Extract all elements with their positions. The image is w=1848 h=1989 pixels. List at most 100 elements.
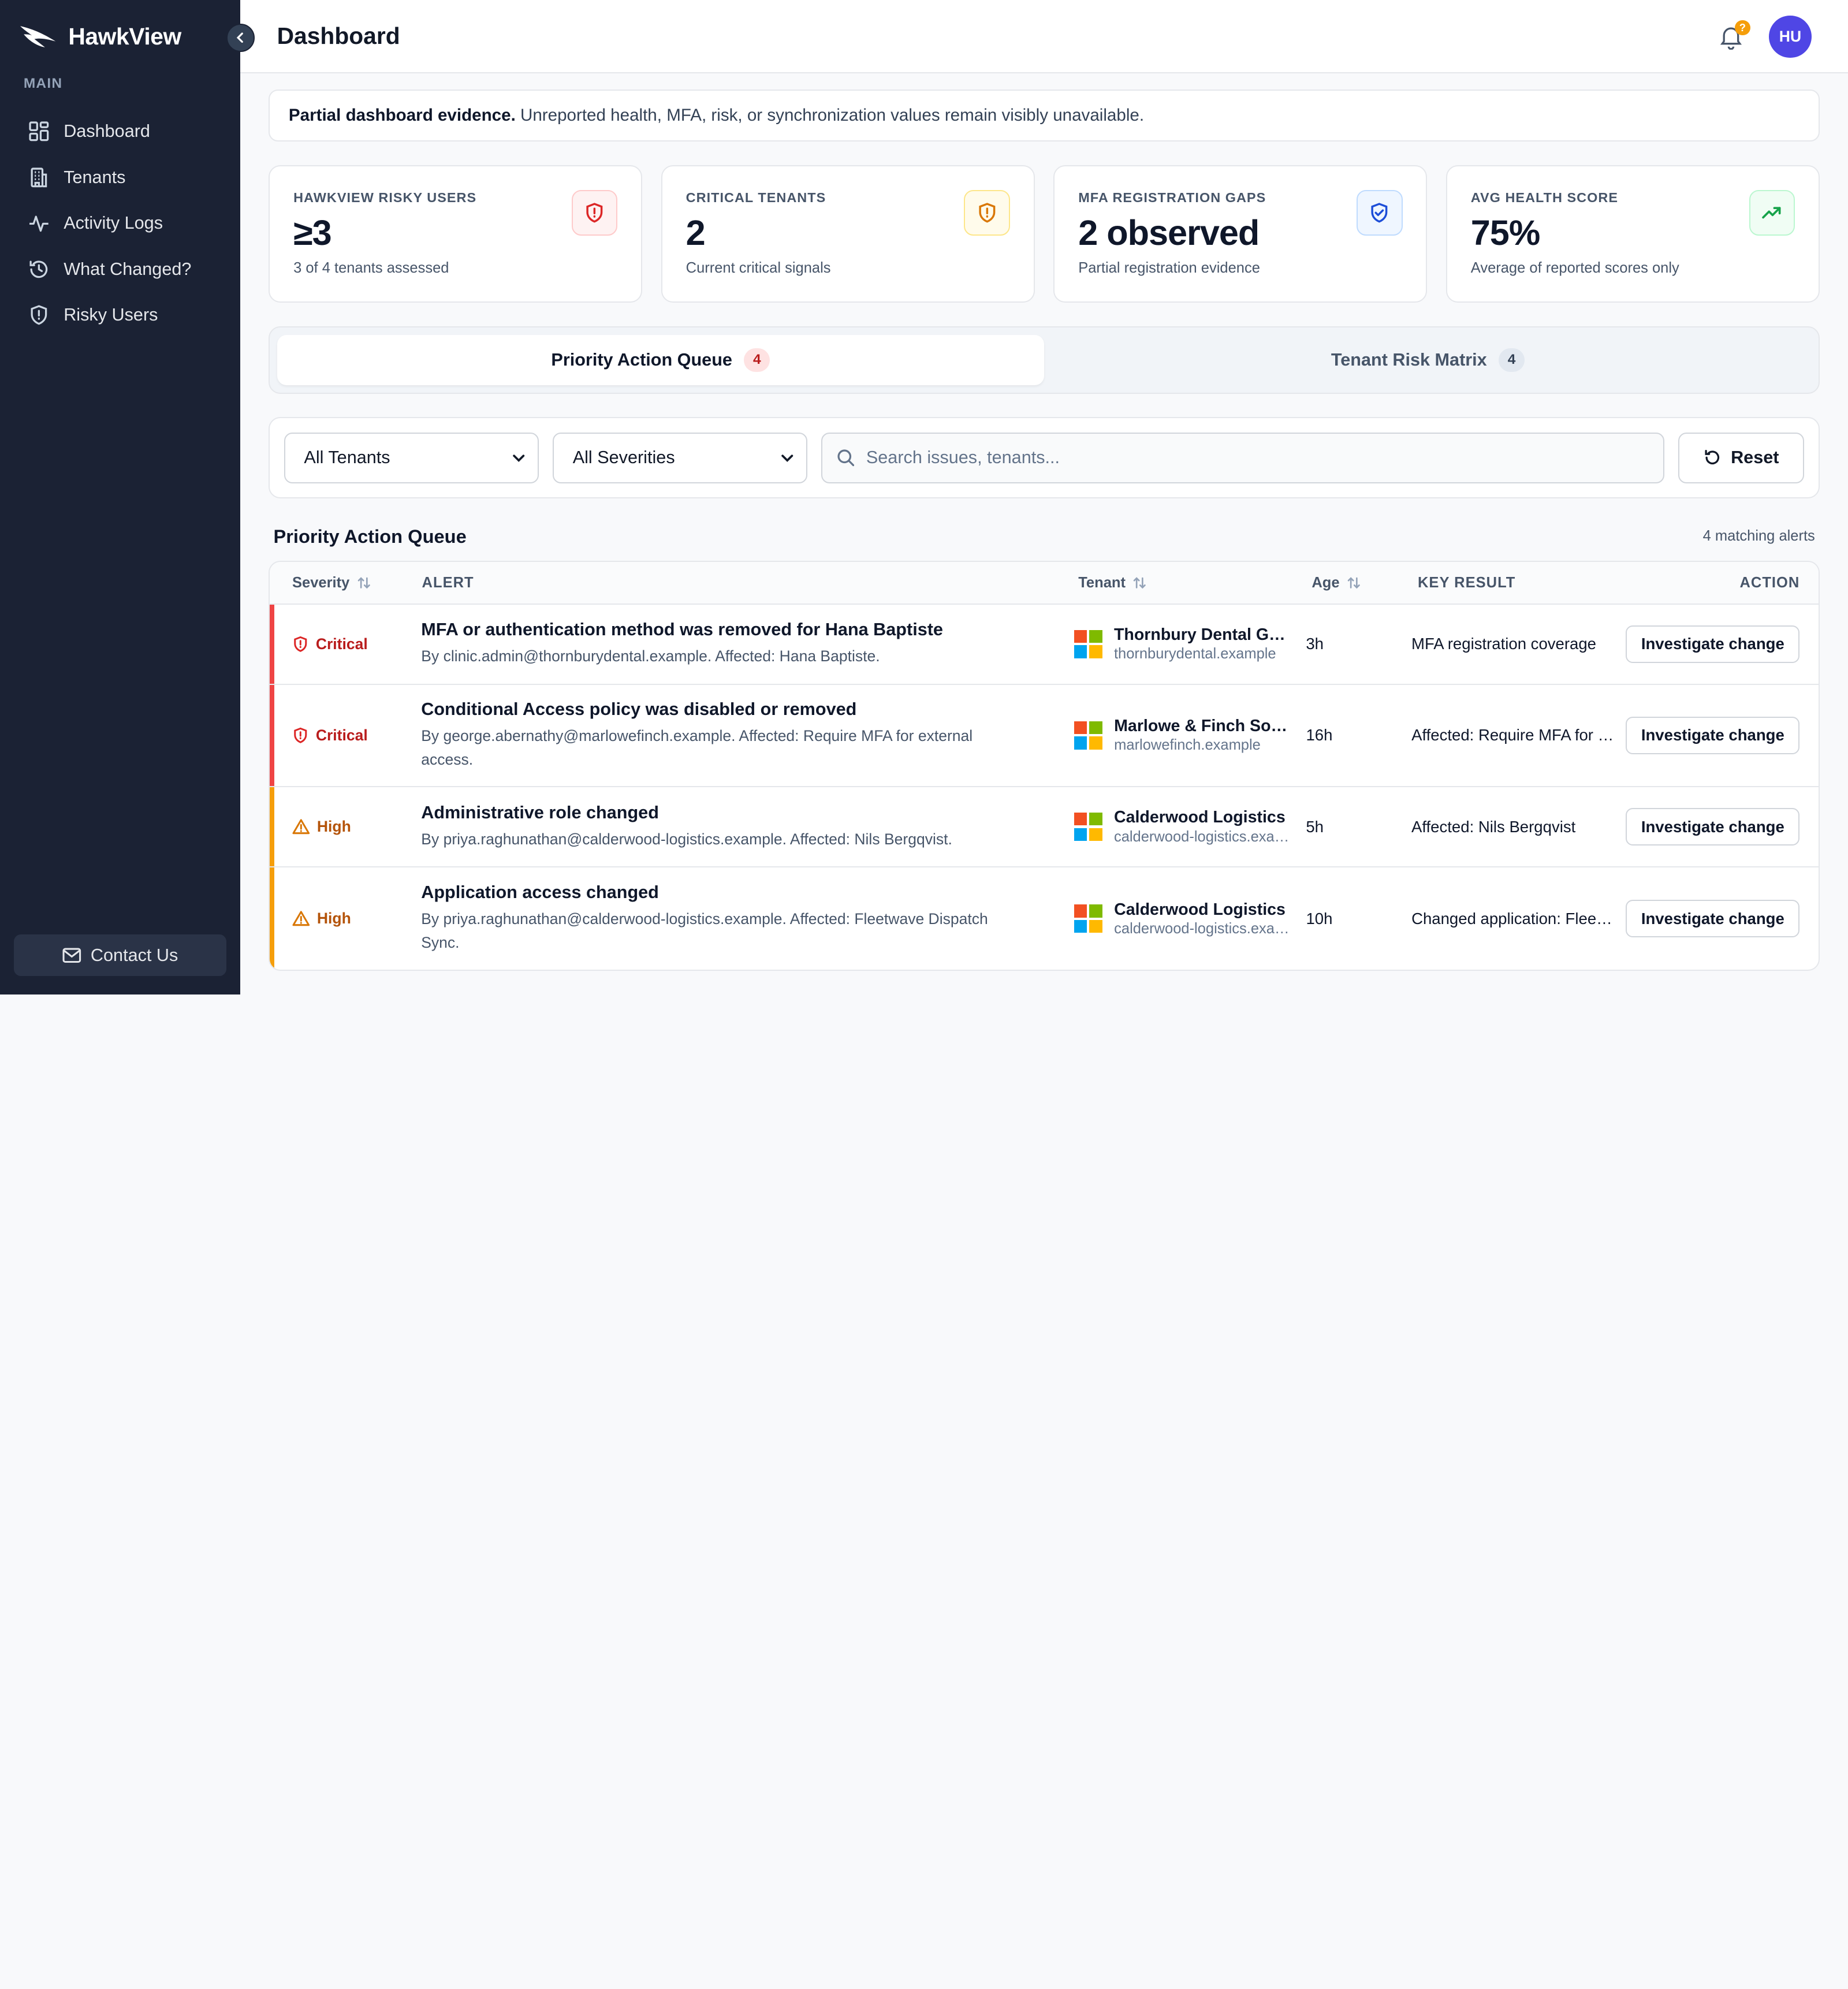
avatar[interactable]: HU: [1769, 15, 1812, 58]
severity-badge: High: [292, 910, 421, 928]
brand[interactable]: HawkView: [0, 0, 240, 73]
tenant-info: Calderwood Logistics calderwood-logistic…: [1114, 900, 1291, 937]
tenant-name: Thornbury Dental Group: [1113, 625, 1291, 645]
severity-label: High: [316, 818, 351, 835]
trending-up-icon: [1762, 207, 1781, 219]
tenant-cell: Thornbury Dental Group thornburydental.e…: [1074, 625, 1306, 662]
sidebar-item-risky-users[interactable]: Risky Users: [0, 292, 240, 338]
reset-button[interactable]: Reset: [1678, 432, 1805, 483]
sidebar-collapse-button[interactable]: [226, 23, 255, 52]
alert-description: By priya.raghunathan@calderwood-logistic…: [421, 910, 988, 952]
sidebar-item-what-changed[interactable]: What Changed?: [0, 246, 240, 292]
column-label: Age: [1312, 574, 1340, 591]
tenant-info: Marlowe & Finch Solicitors marlowefinch.…: [1114, 717, 1291, 754]
chevron-left-icon: [236, 32, 244, 43]
severity-badge: Critical: [292, 727, 421, 744]
column-label: Tenant: [1078, 574, 1126, 591]
severity-cell: Critical: [270, 727, 421, 744]
key-result-cell: Affected: Require MFA for external acces…: [1411, 726, 1626, 744]
partial-evidence-notice: Partial dashboard evidence. Unreported h…: [269, 90, 1820, 141]
severity-label: High: [316, 910, 351, 928]
investigate-change-button[interactable]: Investigate change: [1626, 625, 1800, 663]
table-row[interactable]: High Administrative role changed By priy…: [270, 787, 1819, 867]
table-row[interactable]: High Application access changed By priya…: [270, 867, 1819, 970]
contact-us-label: Contact Us: [90, 945, 178, 965]
shield-check-icon: [1371, 203, 1388, 223]
view-tabs: Priority Action Queue 4 Tenant Risk Matr…: [269, 326, 1820, 394]
column-label: Severity: [292, 574, 350, 591]
investigate-change-button[interactable]: Investigate change: [1626, 807, 1800, 846]
severity-badge: Critical: [292, 635, 421, 653]
search-input[interactable]: [866, 448, 1574, 468]
microsoft-logo-icon: [1074, 813, 1102, 841]
action-cell: Investigate change: [1626, 716, 1819, 754]
severity-label: Critical: [315, 726, 368, 744]
severity-stripe: [270, 787, 275, 866]
warning-triangle-icon: [292, 819, 310, 835]
column-alert: ALERT: [422, 574, 474, 591]
stat-card-health-score[interactable]: AVG HEALTH SCORE 75% Average of reported…: [1445, 165, 1820, 303]
shield-alert-icon: [979, 203, 996, 223]
column-severity[interactable]: Severity: [270, 575, 422, 591]
alert-description: By clinic.admin@thornburydental.example.…: [421, 647, 880, 665]
history-icon: [29, 260, 48, 278]
card-subtitle: 3 of 4 tenants assessed: [293, 259, 449, 276]
dashboard-content: Partial dashboard evidence. Unreported h…: [269, 90, 1820, 971]
card-value: 2 observed: [1078, 213, 1260, 252]
alert-title: Conditional Access policy was disabled o…: [421, 699, 857, 719]
card-label: MFA REGISTRATION GAPS: [1078, 189, 1266, 205]
severity-filter-select[interactable]: All Severities: [553, 432, 807, 483]
alerts-table: Severity ALERT Tenant Age KEY RESULT ACT…: [269, 561, 1820, 971]
sidebar-item-dashboard[interactable]: Dashboard: [0, 109, 240, 155]
tab-count-badge: 4: [744, 348, 770, 372]
tenant-domain: marlowefinch.example: [1114, 737, 1261, 754]
tenant-domain: calderwood-logistics.example: [1114, 920, 1291, 937]
contact-us-button[interactable]: Contact Us: [14, 934, 226, 976]
sidebar-item-label: What Changed?: [64, 259, 192, 279]
tenant-domain: calderwood-logistics.example: [1113, 828, 1291, 845]
sidebar-item-label: Risky Users: [64, 305, 158, 325]
column-age[interactable]: Age: [1312, 575, 1418, 591]
sidebar-section-label: MAIN: [23, 75, 63, 91]
investigate-change-button[interactable]: Investigate change: [1626, 716, 1800, 754]
severity-stripe: [270, 684, 275, 787]
tenant-name: Calderwood Logistics: [1113, 808, 1286, 827]
filter-bar: All Tenants All Severities Reset: [269, 417, 1820, 499]
table-row[interactable]: Critical Conditional Access policy was d…: [270, 684, 1819, 788]
key-result: Affected: Require MFA for external acces…: [1411, 726, 1615, 744]
alert-description: By george.abernathy@marlowefinch.example…: [421, 727, 973, 768]
warning-triangle-icon: [292, 911, 310, 926]
table-header: Severity ALERT Tenant Age KEY RESULT ACT…: [270, 562, 1819, 605]
table-row[interactable]: Critical MFA or authentication method wa…: [270, 604, 1819, 685]
tab-tenant-risk-matrix[interactable]: Tenant Risk Matrix 4: [1044, 335, 1812, 386]
column-tenant[interactable]: Tenant: [1078, 575, 1312, 591]
stat-card-mfa-gaps[interactable]: MFA REGISTRATION GAPS 2 observed Partial…: [1053, 165, 1428, 303]
tab-label: Tenant Risk Matrix: [1331, 349, 1487, 370]
sidebar-item-tenants[interactable]: Tenants: [0, 154, 240, 200]
sidebar-nav: Dashboard Tenants Activity Logs What Cha…: [0, 109, 240, 338]
stat-card-critical-tenants[interactable]: CRITICAL TENANTS 2 Current critical sign…: [661, 165, 1035, 303]
notice-text: Unreported health, MFA, risk, or synchro…: [520, 105, 1145, 125]
stat-card-risky-users[interactable]: HAWKVIEW RISKY USERS ≥3 3 of 4 tenants a…: [269, 165, 643, 303]
alert-title: MFA or authentication method was removed…: [421, 620, 943, 640]
main-area: Dashboard ? HU Partial dashboard evidenc…: [240, 0, 1848, 994]
column-key-result: KEY RESULT: [1418, 574, 1516, 591]
sidebar-item-activity-logs[interactable]: Activity Logs: [0, 200, 240, 247]
card-label: HAWKVIEW RISKY USERS: [293, 189, 477, 205]
select-value: All Severities: [572, 448, 675, 468]
tenant-domain: thornburydental.example: [1113, 646, 1276, 662]
severity-stripe: [270, 867, 275, 970]
age-cell: 16h: [1306, 726, 1333, 744]
tab-priority-action-queue[interactable]: Priority Action Queue 4: [277, 334, 1045, 386]
action-cell: Investigate change: [1626, 807, 1819, 846]
chevron-down-icon: [781, 454, 793, 462]
sidebar: HawkView MAIN Dashboard Tenants Activity…: [0, 0, 241, 995]
tenant-filter-select[interactable]: All Tenants: [284, 432, 539, 483]
alert-cell: Administrative role changed By priya.rag…: [421, 803, 1074, 851]
alert-cell: Application access changed By priya.ragh…: [421, 882, 1074, 955]
card-icon-box: [964, 189, 1010, 236]
microsoft-logo-icon: [1074, 904, 1102, 933]
card-subtitle: Partial registration evidence: [1078, 259, 1260, 276]
investigate-change-button[interactable]: Investigate change: [1626, 900, 1800, 938]
age-cell: 10h: [1306, 909, 1333, 928]
